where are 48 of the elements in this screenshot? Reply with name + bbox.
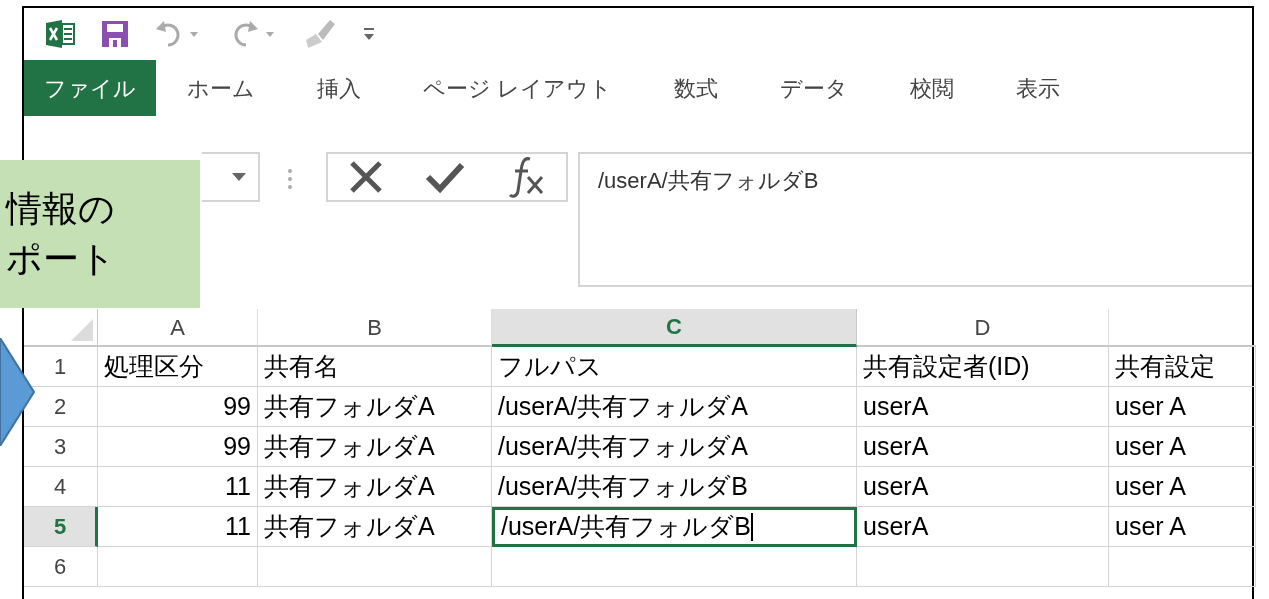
table-cell: user A: [1109, 387, 1256, 427]
ribbon-tab[interactable]: ファイル: [24, 60, 156, 116]
table-cell: 共有フォルダA: [258, 387, 492, 427]
ribbon-tab[interactable]: ホーム: [156, 60, 286, 116]
table-cell: user A: [1109, 427, 1256, 467]
ribbon-tab[interactable]: 数式: [643, 60, 750, 116]
table-cell: 共有名: [258, 347, 492, 387]
row-header[interactable]: 3: [24, 427, 98, 467]
table-cell: userA: [857, 427, 1109, 467]
ribbon-tab[interactable]: データ: [749, 60, 880, 116]
table-cell: /userA/共有フォルダA: [492, 427, 857, 467]
column-header[interactable]: D: [857, 309, 1109, 347]
formula-input[interactable]: /userA/共有フォルダB: [578, 152, 1252, 287]
table-cell: 共有フォルダA: [258, 467, 492, 507]
table-cell: 11: [98, 467, 258, 507]
table-cell: 共有設定: [1109, 347, 1256, 387]
table-cell: /userA/共有フォルダB: [492, 507, 857, 547]
save-icon[interactable]: [100, 19, 130, 49]
table-cell: userA: [857, 467, 1109, 507]
ribbon-tab[interactable]: 表示: [985, 60, 1092, 116]
table-cell: /userA/共有フォルダA: [492, 387, 857, 427]
cancel-icon[interactable]: [348, 159, 385, 195]
column-header[interactable]: C: [492, 309, 857, 347]
table-cell: 11: [98, 507, 258, 547]
ribbon-tab[interactable]: ページ レイアウト: [392, 60, 644, 116]
row-header[interactable]: 6: [24, 547, 98, 587]
formula-text: /userA/共有フォルダB: [598, 168, 819, 193]
table-cell: 共有設定者(ID): [857, 347, 1109, 387]
callout-text: ポート: [6, 237, 116, 281]
table-cell: 共有フォルダA: [258, 427, 492, 467]
table-cell: 共有フォルダA: [258, 507, 492, 547]
table-cell: 処理区分: [98, 347, 258, 387]
table-cell: userA: [857, 387, 1109, 427]
ribbon-tab[interactable]: 校閲: [879, 60, 986, 116]
grip-icon: [287, 168, 293, 190]
table-cell: user A: [1109, 467, 1256, 507]
callout-text: 情報の: [6, 187, 115, 231]
table-cell: フルパス: [492, 347, 857, 387]
row-header[interactable]: 5: [24, 507, 98, 547]
table-cell: userA: [857, 507, 1109, 547]
table-cell: user A: [1109, 507, 1256, 547]
table-cell: 99: [98, 387, 258, 427]
excel-icon[interactable]: [44, 18, 76, 50]
table-cell: 99: [98, 427, 258, 467]
dropdown-arrow-icon[interactable]: [232, 173, 246, 181]
table-cell: /userA/共有フォルダB: [492, 467, 857, 507]
customize-dropdown-icon[interactable]: [362, 26, 376, 42]
ribbon-tab[interactable]: 挿入: [286, 60, 392, 116]
